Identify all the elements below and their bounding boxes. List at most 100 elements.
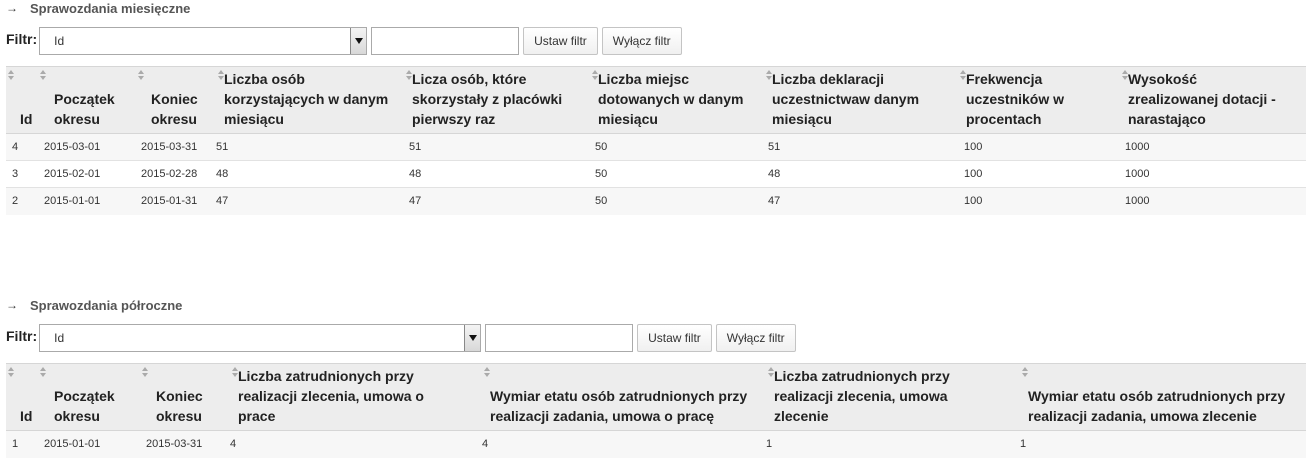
filter-value-input[interactable] xyxy=(485,324,634,352)
set-filter-button[interactable]: Ustaw filtr xyxy=(523,27,598,55)
sort-icon[interactable] xyxy=(960,70,967,81)
column-header[interactable]: Początek okresu xyxy=(38,363,140,431)
table-cell: 2 xyxy=(6,187,38,215)
column-header[interactable]: Licza osób, które skorzystały z placówki p… xyxy=(404,66,590,134)
table-cell: 2015-02-28 xyxy=(136,160,216,188)
column-header-label: zrealizowanej dotacji - xyxy=(1128,91,1276,107)
arrow-right-icon: → xyxy=(6,298,18,312)
column-header[interactable]: Koniec okresu xyxy=(140,363,230,431)
table-cell: 2015-03-31 xyxy=(140,430,230,458)
column-header[interactable]: Liczba osób korzystających w danym miesiąc… xyxy=(216,66,404,134)
table-cell: 4 xyxy=(230,430,482,458)
table-cell: 1 xyxy=(766,430,1020,458)
filter-column-select[interactable]: Id xyxy=(39,324,482,352)
filter-select-value: Id xyxy=(54,34,65,48)
column-header-label: uczestnictwaw danym xyxy=(772,91,920,107)
column-header-label: okresu xyxy=(151,111,197,127)
column-header[interactable]: Liczba deklaracji uczestnictwaw danym mies… xyxy=(764,66,958,134)
column-header-label: uczestników w xyxy=(966,91,1065,107)
column-header-label: realizacji zadania, umowa o pracę xyxy=(490,408,715,424)
sort-icon[interactable] xyxy=(1022,367,1029,378)
filter-bar: Filtr: Id Ustaw filtr Wyłącz filtr xyxy=(6,323,796,353)
section-title: Sprawozdania półroczne xyxy=(30,297,183,313)
clear-filter-button[interactable]: Wyłącz filtr xyxy=(601,27,682,55)
column-header-label: skorzystały z placówki xyxy=(412,91,563,107)
sort-icon[interactable] xyxy=(142,367,149,378)
sort-icon[interactable] xyxy=(768,367,775,378)
sort-icon[interactable] xyxy=(232,367,239,378)
column-header-label: Koniec xyxy=(156,388,203,404)
dropdown-arrow-icon[interactable] xyxy=(350,28,367,54)
arrow-right-icon: → xyxy=(6,1,18,15)
filter-bar: Filtr: Id Ustaw filtr Wyłącz filtr xyxy=(6,26,682,56)
sort-icon[interactable] xyxy=(8,367,15,378)
column-header-label: realizacji zadania, umowa zlecenie xyxy=(1028,408,1257,424)
column-header[interactable]: Liczba zatrudnionych przy realizacji zlec… xyxy=(230,363,482,431)
column-header-label: miesiącu xyxy=(224,111,284,127)
column-header-label: Liczba deklaracji xyxy=(772,71,885,87)
filter-label: Filtr: xyxy=(6,31,38,47)
filter-label: Filtr: xyxy=(6,328,38,344)
column-header[interactable]: Id xyxy=(6,66,38,134)
sort-icon[interactable] xyxy=(218,70,225,81)
sort-icon[interactable] xyxy=(406,70,413,81)
table-cell: 51 xyxy=(404,133,590,161)
sort-icon[interactable] xyxy=(592,70,599,81)
column-header[interactable]: Początek okresu xyxy=(38,66,136,134)
column-header-label: Liczba zatrudnionych przy xyxy=(238,368,414,384)
column-header[interactable]: Koniec okresu xyxy=(136,66,216,134)
table-cell: 50 xyxy=(590,187,764,215)
sort-icon[interactable] xyxy=(766,70,773,81)
monthly-reports-table: Id Początek okresu Koniec okresu Liczba osób k… xyxy=(6,66,1306,215)
filter-value-input[interactable] xyxy=(371,27,520,55)
column-header-label: Frekwencja xyxy=(966,71,1043,87)
table-cell: 100 xyxy=(958,133,1120,161)
sort-icon[interactable] xyxy=(138,70,145,81)
column-header-label: okresu xyxy=(156,408,202,424)
table-cell: 100 xyxy=(958,187,1120,215)
column-header[interactable]: Id xyxy=(6,363,38,431)
column-header-label: dotowanych w danym xyxy=(598,91,744,107)
table-cell: 47 xyxy=(764,187,958,215)
column-header-label: Wymiar etatu osób zatrudnionych przy xyxy=(1028,388,1286,404)
clear-filter-button[interactable]: Wyłącz filtr xyxy=(715,324,796,352)
column-header[interactable]: Wymiar etatu osób zatrudnionych przy real… xyxy=(482,363,766,431)
column-header-label: Liczba zatrudnionych przy xyxy=(774,368,950,384)
sort-icon[interactable] xyxy=(40,70,47,81)
sort-icon[interactable] xyxy=(484,367,491,378)
table-cell: 48 xyxy=(404,160,590,188)
table-cell: 2015-01-01 xyxy=(38,187,136,215)
table-row[interactable]: 4 2015-03-01 2015-03-31 51 51 50 51 100 1000 xyxy=(6,133,1306,161)
table-cell: 1000 xyxy=(1120,133,1306,161)
sort-icon[interactable] xyxy=(1122,70,1129,81)
table-cell: 1 xyxy=(6,430,38,458)
column-header-label: narastająco xyxy=(1128,111,1206,127)
halfyear-reports-header[interactable]: → Sprawozdania półroczne xyxy=(6,297,182,313)
column-header-label: realizacji zlecenia, umowa xyxy=(774,388,948,404)
column-header-label: korzystających w danym xyxy=(224,91,389,107)
column-header-label: procentach xyxy=(966,111,1042,127)
table-row[interactable]: 3 2015-02-01 2015-02-28 48 48 50 48 100 1000 xyxy=(6,160,1306,188)
table-cell: 2015-01-01 xyxy=(38,430,140,458)
sort-icon[interactable] xyxy=(40,367,47,378)
column-header-label: Id xyxy=(20,408,33,424)
table-row[interactable]: 2 2015-01-01 2015-01-31 47 47 50 47 100 1000 xyxy=(6,187,1306,215)
column-header-label: Id xyxy=(20,111,33,127)
column-header-label: Koniec xyxy=(151,91,198,107)
filter-column-select[interactable]: Id xyxy=(39,27,368,55)
table-cell: 1 xyxy=(1020,430,1306,458)
sort-icon[interactable] xyxy=(8,70,15,81)
column-header[interactable]: Wysokość zrealizowanej dotacji - narastają… xyxy=(1120,66,1306,134)
column-header[interactable]: Frekwencja uczestników w procentach xyxy=(958,66,1120,134)
table-cell: 47 xyxy=(404,187,590,215)
monthly-reports-header[interactable]: → Sprawozdania miesięczne xyxy=(6,0,190,16)
set-filter-button[interactable]: Ustaw filtr xyxy=(637,324,712,352)
column-header[interactable]: Liczba zatrudnionych przy realizacji zlec… xyxy=(766,363,1020,431)
dropdown-arrow-icon[interactable] xyxy=(464,325,481,351)
column-header[interactable]: Liczba miejsc dotowanych w danym miesiącu xyxy=(590,66,764,134)
column-header[interactable]: Wymiar etatu osób zatrudnionych przy real… xyxy=(1020,363,1306,431)
column-header-label: prace xyxy=(238,408,276,424)
table-row[interactable]: 1 2015-01-01 2015-03-31 4 4 1 1 xyxy=(6,430,1306,458)
column-header-label: okresu xyxy=(54,408,100,424)
column-header-label: okresu xyxy=(54,111,100,127)
